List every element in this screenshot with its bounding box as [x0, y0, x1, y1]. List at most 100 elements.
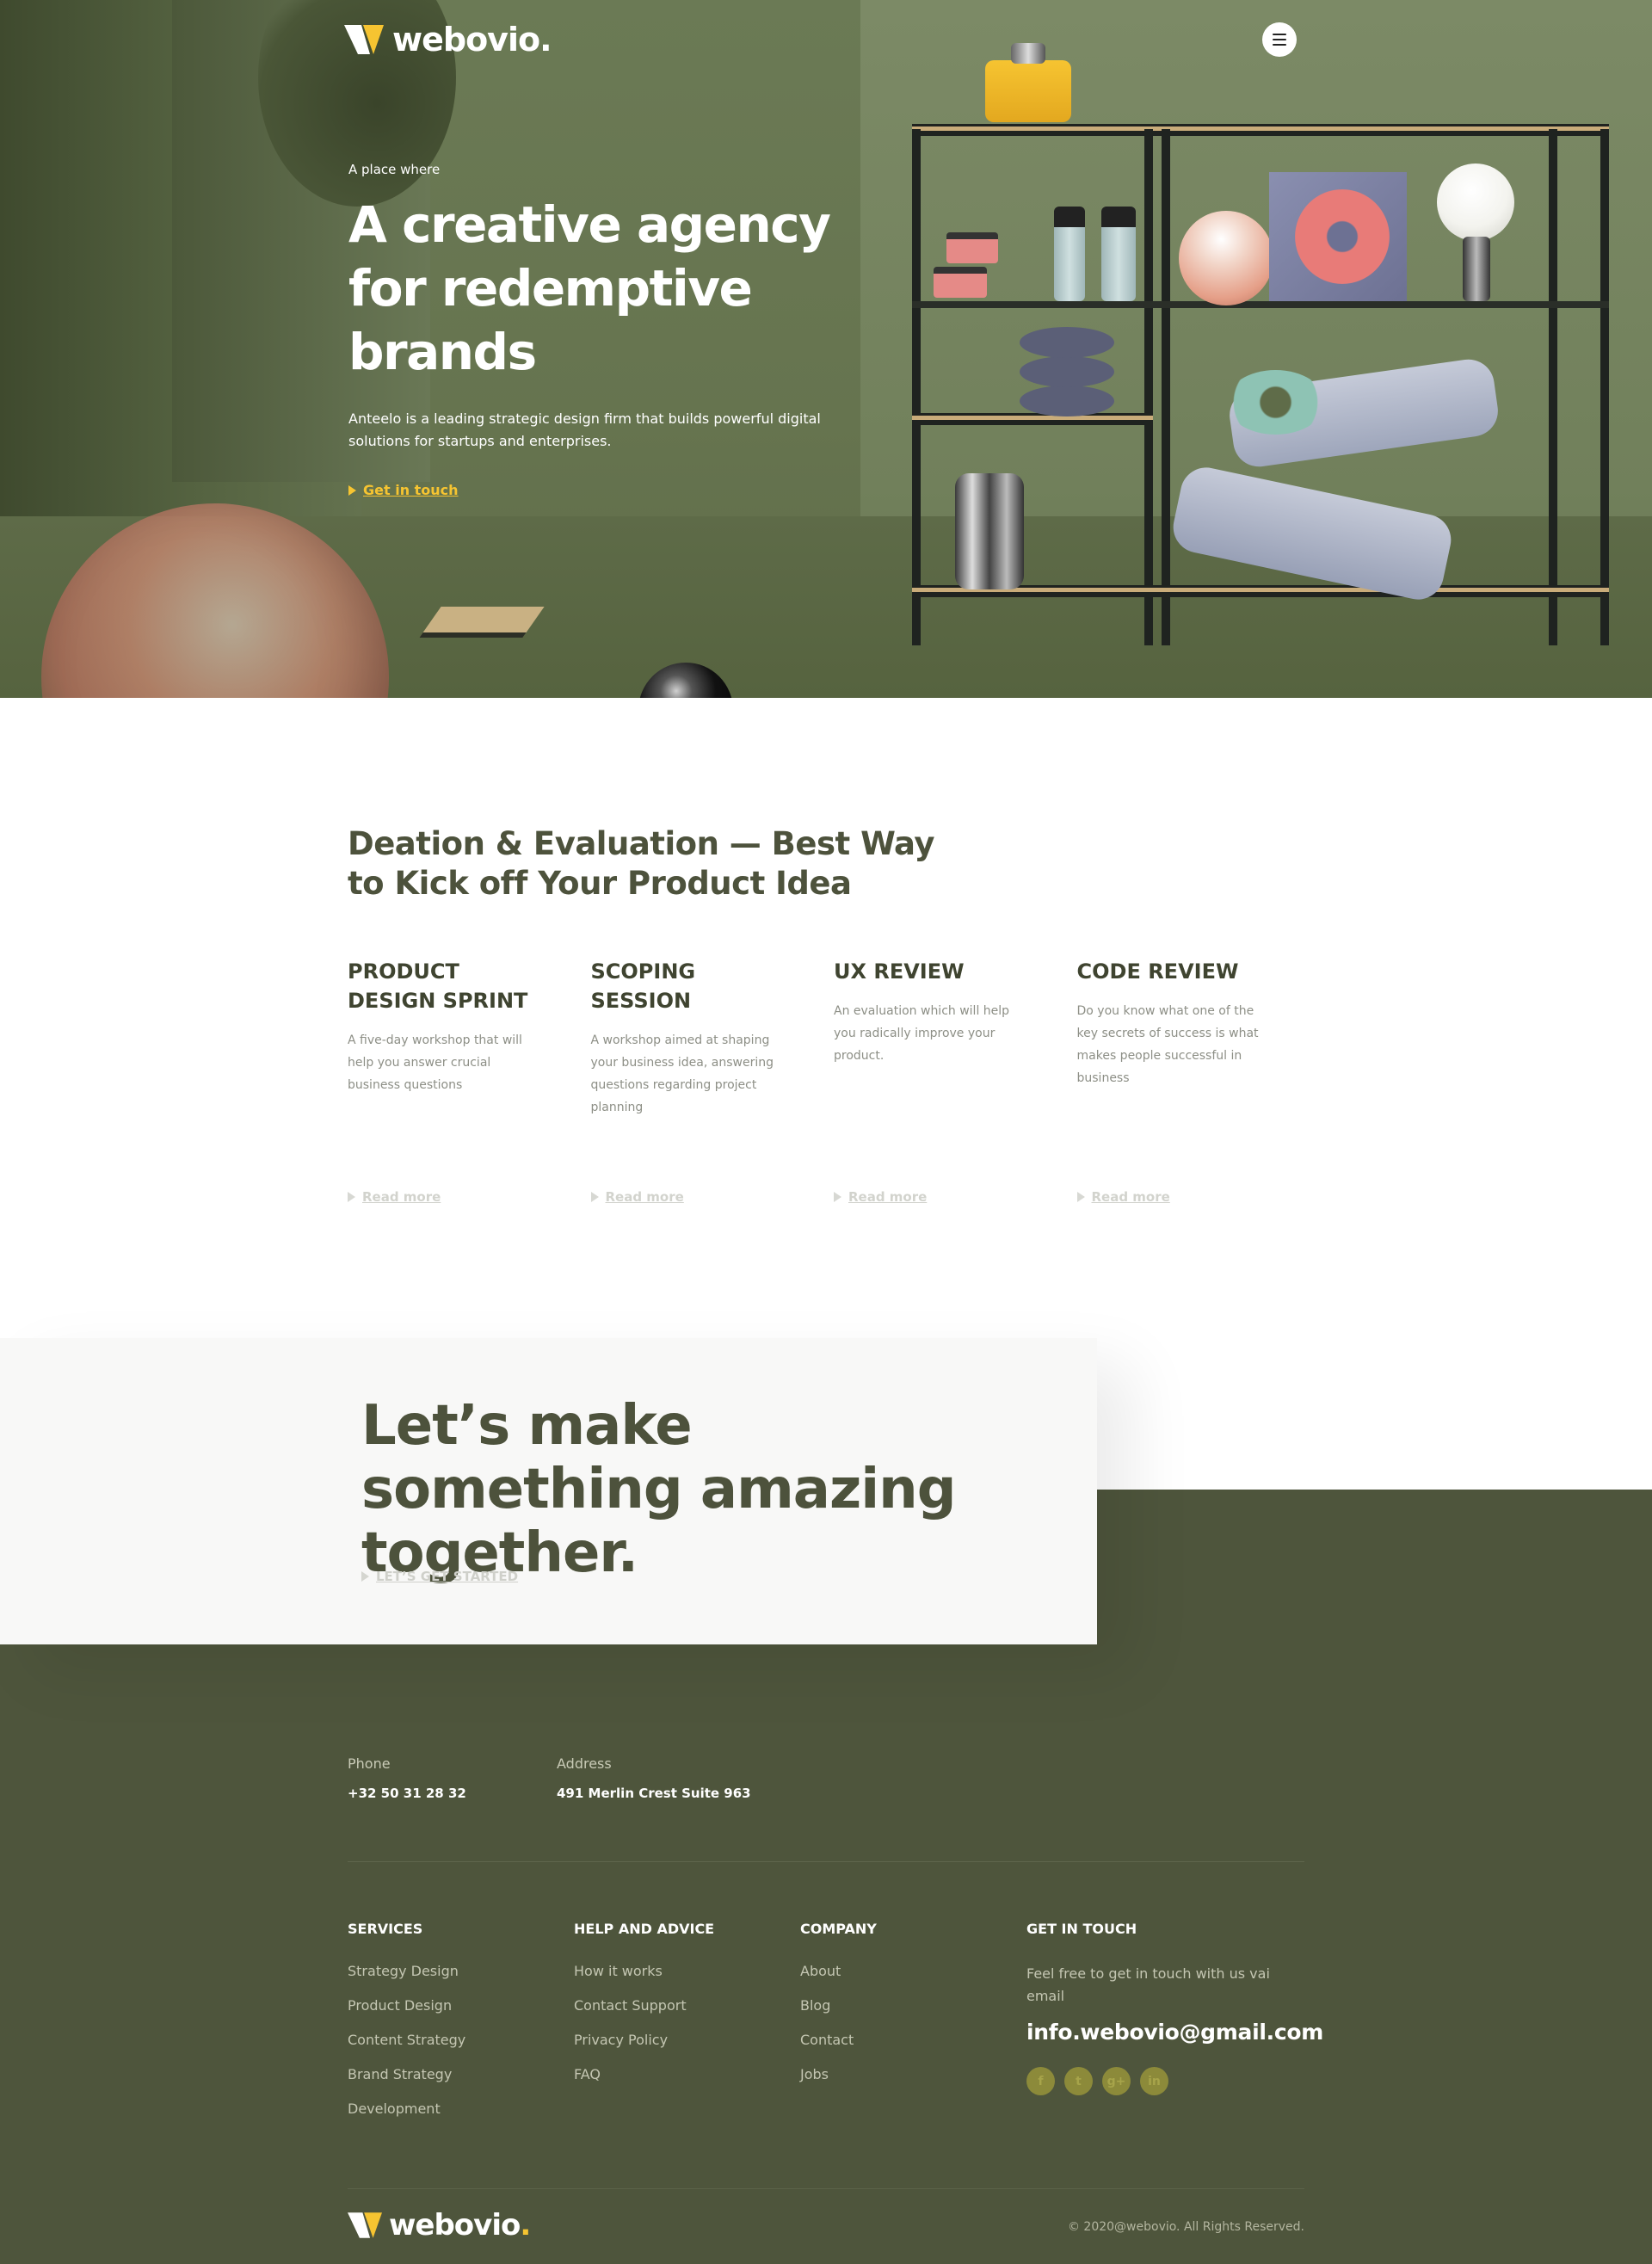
read-more-link[interactable]: Read more — [348, 1189, 441, 1205]
play-arrow-icon — [834, 1192, 841, 1202]
google-plus-icon[interactable]: g+ — [1102, 2067, 1131, 2095]
pink-torus-object — [1295, 189, 1390, 284]
chrome-canister-object — [955, 473, 1024, 589]
site-logo[interactable]: webovio. — [344, 21, 552, 59]
cta-heading: Let’s make something amazing together. — [361, 1394, 957, 1585]
shelf-post — [1162, 129, 1170, 645]
service-title: PRODUCT DESIGN SPRINT — [348, 959, 528, 1013]
address-value: 491 Merlin Crest Suite 963 — [557, 1786, 751, 1801]
shelf-post — [1600, 129, 1609, 645]
twitter-icon[interactable]: t — [1064, 2067, 1093, 2095]
footer-link[interactable]: Content Strategy — [348, 2032, 574, 2066]
service-card: UX REVIEW An evaluation which will help … — [834, 957, 1077, 1215]
service-description: A workshop aimed at shaping your busines… — [590, 1033, 774, 1114]
footer-link[interactable]: Development — [348, 2101, 574, 2135]
service-title: SCOPING SESSION — [590, 959, 696, 1013]
social-links: f t g+ in — [1026, 2067, 1310, 2095]
hero-section: webovio. A place where A creative agency… — [0, 0, 1652, 698]
footer-column-get-in-touch: GET IN TOUCH Feel free to get in touch w… — [1026, 1921, 1323, 2135]
shelf-post — [1549, 129, 1557, 645]
play-arrow-icon — [348, 1192, 355, 1202]
linkedin-icon[interactable]: in — [1140, 2067, 1168, 2095]
service-description: An evaluation which will help you radica… — [834, 1004, 1010, 1063]
footer-link[interactable]: How it works — [574, 1963, 800, 1997]
footer-link[interactable]: FAQ — [574, 2066, 800, 2101]
service-card: SCOPING SESSION A workshop aimed at shap… — [590, 957, 835, 1215]
contact-label: Address — [557, 1755, 612, 1772]
footer-link[interactable]: Contact Support — [574, 1997, 800, 2032]
cushion-object — [1168, 462, 1456, 605]
yellow-bottle-object — [985, 60, 1071, 122]
hamburger-icon — [1273, 34, 1286, 35]
footer-logo[interactable]: webovio. — [348, 2208, 531, 2242]
footer-column-title: GET IN TOUCH — [1026, 1921, 1137, 1937]
read-more-label: Read more — [605, 1189, 684, 1205]
logo-mark-icon — [348, 2212, 382, 2238]
hero-floor-tile — [419, 607, 545, 638]
pink-sphere-object — [1179, 211, 1273, 305]
service-description: Do you know what one of the key secrets … — [1076, 1004, 1259, 1085]
cosmetic-bottle-object — [1054, 207, 1085, 301]
get-started-label: LET’S GET STARTED — [376, 1569, 519, 1584]
logo-mark-icon — [344, 25, 384, 54]
service-card: PRODUCT DESIGN SPRINT A five-day worksho… — [348, 957, 591, 1215]
get-started-link[interactable]: LET’S GET STARTED — [361, 1569, 518, 1584]
facebook-icon[interactable]: f — [1026, 2067, 1055, 2095]
read-more-label: Read more — [1091, 1189, 1170, 1205]
hero-shelf-illustration — [912, 43, 1618, 645]
get-in-touch-label: Get in touch — [363, 482, 459, 498]
hero-title: A creative agency for redemptive brands — [348, 195, 831, 381]
shelf-lower-board — [912, 413, 1153, 425]
pink-jar-object — [946, 232, 998, 263]
footer-link[interactable]: Strategy Design — [348, 1963, 574, 1997]
footer-column-company: COMPANY About Blog Contact Jobs — [800, 1921, 1026, 2135]
footer-link[interactable]: Brand Strategy — [348, 2066, 574, 2101]
service-description: A five-day workshop that will help you a… — [348, 1033, 522, 1092]
contact-address: Address 491 Merlin Crest Suite 963 — [557, 1755, 766, 1801]
shelf-mid-board — [912, 301, 1609, 308]
footer-link-list: How it works Contact Support Privacy Pol… — [574, 1963, 800, 2101]
read-more-link[interactable]: Read more — [834, 1189, 927, 1205]
footer-link[interactable]: Product Design — [348, 1997, 574, 2032]
logo-name: webovio — [392, 21, 540, 59]
services-heading: Deation & Evaluation — Best Way to Kick … — [348, 825, 935, 902]
cosmetic-bottle-object — [1101, 207, 1136, 301]
footer-link[interactable]: Jobs — [800, 2066, 1026, 2101]
get-in-touch-link[interactable]: Get in touch — [348, 482, 882, 498]
phone-number[interactable]: +32 50 31 28 32 — [348, 1786, 557, 1801]
pink-jar-object — [934, 267, 987, 298]
footer-logo-name: webovio — [389, 2208, 521, 2242]
footer-logo-text: webovio. — [389, 2208, 531, 2242]
footer-link-list: About Blog Contact Jobs — [800, 1963, 1026, 2101]
footer-link[interactable]: Contact — [800, 2032, 1026, 2066]
teal-ring-object — [1226, 370, 1325, 435]
footer-column-services: SERVICES Strategy Design Product Design … — [348, 1921, 574, 2135]
read-more-link[interactable]: Read more — [1076, 1189, 1170, 1205]
play-arrow-icon — [590, 1192, 599, 1202]
footer-columns: SERVICES Strategy Design Product Design … — [348, 1921, 1323, 2135]
shelf-post — [912, 129, 921, 645]
read-more-link[interactable]: Read more — [590, 1189, 684, 1205]
hero-content: A place where A creative agency for rede… — [348, 162, 882, 498]
footer-link[interactable]: Blog — [800, 1997, 1026, 2032]
lamp-globe-object — [1437, 163, 1514, 241]
menu-button[interactable] — [1262, 22, 1297, 57]
footer-contact-row: Phone +32 50 31 28 32 Address 491 Merlin… — [348, 1755, 766, 1801]
service-title: UX REVIEW — [834, 959, 965, 984]
footer-link-list: Strategy Design Product Design Content S… — [348, 1963, 574, 2135]
contact-email-link[interactable]: info.webovio@gmail.com — [1026, 2020, 1323, 2045]
hamburger-icon — [1273, 39, 1286, 40]
logo-text: webovio. — [392, 21, 552, 59]
footer-column-title: SERVICES — [348, 1921, 423, 1937]
service-card: CODE REVIEW Do you know what one of the … — [1076, 957, 1321, 1215]
footer-logo-dot: . — [520, 2208, 531, 2242]
play-arrow-icon — [1076, 1192, 1085, 1202]
shelf-post — [1144, 129, 1153, 645]
hero-description: Anteelo is a leading strategic design fi… — [348, 410, 821, 449]
service-title: CODE REVIEW — [1076, 959, 1239, 984]
play-arrow-icon — [348, 484, 356, 496]
footer-bottom-divider — [348, 2188, 1304, 2189]
footer-link[interactable]: Privacy Policy — [574, 2032, 800, 2066]
site-header: webovio. — [344, 17, 1308, 60]
footer-link[interactable]: About — [800, 1963, 1026, 1997]
